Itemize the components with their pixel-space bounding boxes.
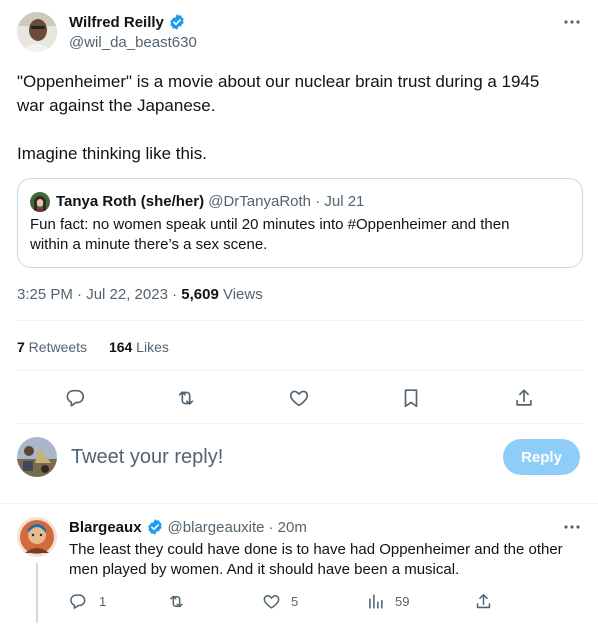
quote-date: · Jul 21 — [311, 193, 365, 210]
reply-retweet-button[interactable] — [167, 592, 186, 611]
tweet-text-line: "Oppenheimer" is a movie about our nucle… — [17, 72, 540, 91]
quote-header: Tanya Roth (she/her) @DrTanyaRoth · Jul … — [56, 193, 364, 210]
retweets-count: 7 — [17, 339, 25, 355]
my-avatar[interactable] — [17, 437, 57, 477]
reply-share-button[interactable] — [474, 592, 493, 611]
heart-icon[interactable] — [288, 387, 310, 414]
reply-reply-count: 1 — [99, 594, 107, 609]
heart-icon — [263, 595, 280, 609]
reply-input[interactable]: Tweet your reply! — [71, 445, 491, 469]
tweet-text-line: Imagine thinking like this. — [17, 144, 207, 163]
quote-text-line: Fun fact: no women speak until 20 minute… — [30, 216, 510, 233]
divider — [17, 320, 583, 321]
quote-author-handle: @DrTanyaRoth — [208, 193, 312, 210]
share-icon — [476, 594, 491, 609]
reply-like-button[interactable]: 5 — [262, 592, 298, 611]
divider — [17, 370, 583, 371]
tweet-text-line: war against the Japanese. — [17, 96, 216, 115]
author-name-row: Wilfred Reilly — [69, 13, 186, 31]
retweets-link[interactable]: 7 Retweets — [17, 339, 87, 355]
more-icon[interactable] — [561, 518, 583, 536]
bookmark-icon[interactable] — [400, 387, 422, 414]
views-label: Views — [218, 286, 263, 303]
reply-icon[interactable] — [64, 387, 86, 414]
quote-author-avatar — [30, 192, 50, 212]
quote-author-name: Tanya Roth (she/her) — [56, 193, 205, 210]
likes-count: 164 — [108, 339, 133, 355]
reply-button[interactable]: Reply — [503, 439, 580, 475]
likes-link[interactable]: 164 Likes — [109, 339, 169, 355]
verified-badge-icon — [147, 519, 162, 535]
tweet-meta: 3:25 PM · Jul 22, 2023 · 5,609 Views — [17, 286, 263, 303]
divider — [17, 423, 583, 424]
reply-time[interactable]: · 20m — [269, 519, 307, 536]
reply-header: Blargeaux @blargeauxite · 20m — [69, 518, 307, 536]
views-icon — [369, 594, 383, 609]
retweets-label: Retweets — [24, 339, 88, 355]
reply-icon — [70, 594, 86, 609]
views-count: 5,609 — [181, 286, 219, 303]
reply-thread-line — [36, 563, 38, 623]
quote-text-line: within a minute there’s a sex scene. — [30, 236, 268, 253]
author-name[interactable]: Wilfred Reilly — [69, 14, 164, 31]
quoted-tweet[interactable]: Tanya Roth (she/her) @DrTanyaRoth · Jul … — [17, 178, 583, 268]
reply-text-line: The least they could have done is to hav… — [69, 541, 563, 558]
reply-view-count: 59 — [395, 594, 410, 609]
author-avatar[interactable] — [17, 12, 57, 52]
reply-like-count: 5 — [291, 594, 299, 609]
tweet-text: "Oppenheimer" is a movie about our nucle… — [17, 70, 587, 166]
reply-reply-button[interactable]: 1 — [68, 592, 106, 611]
reply-author-handle[interactable]: @blargeauxite — [168, 519, 265, 536]
reply-text: The least they could have done is to hav… — [69, 540, 584, 580]
reply-views-button[interactable]: 59 — [366, 592, 409, 611]
retweet-icon[interactable] — [175, 387, 197, 414]
reply-author-name[interactable]: Blargeaux — [69, 519, 142, 536]
engagement-stats: 7 Retweets 164 Likes — [17, 339, 169, 355]
likes-label: Likes — [132, 339, 169, 355]
author-handle[interactable]: @wil_da_beast630 — [69, 34, 197, 51]
verified-badge-icon — [170, 14, 184, 30]
reply-text-line: men played by women. And it should have … — [69, 561, 460, 578]
share-icon[interactable] — [513, 387, 535, 414]
reply-author-avatar[interactable] — [17, 517, 57, 557]
more-icon[interactable] — [561, 13, 583, 31]
divider — [0, 503, 598, 504]
retweet-icon — [170, 595, 183, 608]
tweet-timestamp[interactable]: 3:25 PM · Jul 22, 2023 · — [17, 286, 181, 303]
quote-text: Fun fact: no women speak until 20 minute… — [30, 215, 570, 255]
